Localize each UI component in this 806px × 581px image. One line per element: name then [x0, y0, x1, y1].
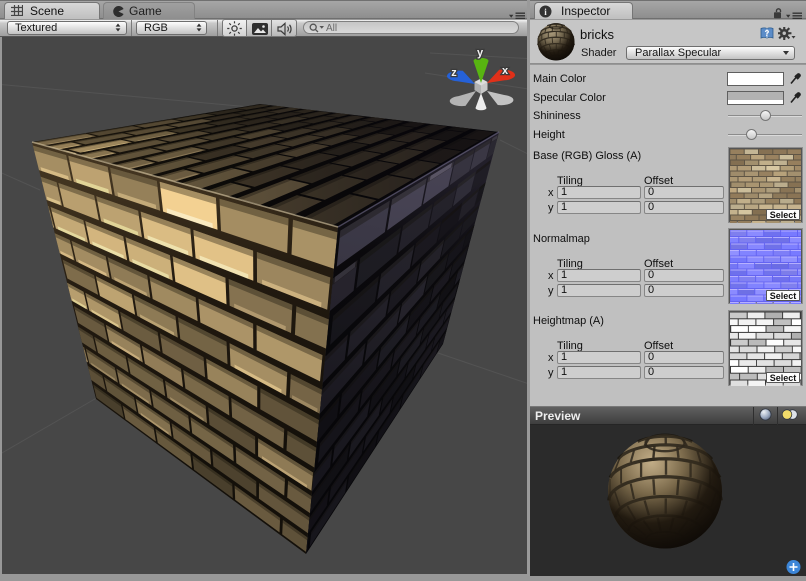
svg-text:z: z [451, 67, 457, 79]
svg-text:x: x [502, 65, 509, 77]
svg-text:y: y [477, 47, 484, 59]
svg-text:?: ? [765, 29, 770, 38]
